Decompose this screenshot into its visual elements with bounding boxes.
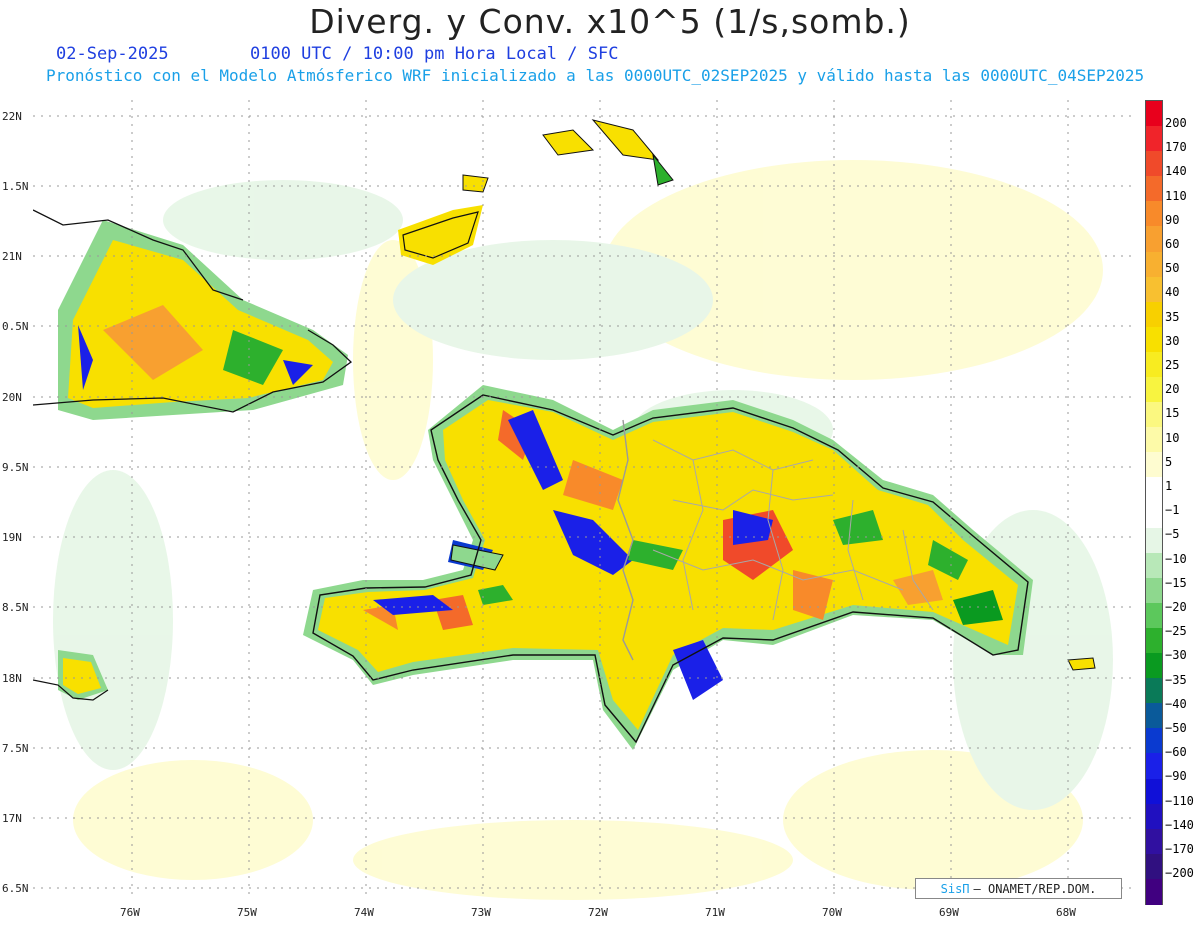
color-legend-label: 5 [1165,454,1173,469]
color-legend-label: 25 [1165,358,1180,372]
lon-label-70w: 70W [822,906,842,919]
color-legend-swatch [1146,151,1162,177]
color-legend-swatch [1146,427,1162,453]
lon-label-73w: 73W [471,906,491,919]
color-legend-label: −90 [1165,769,1187,784]
color-legend-label: 110 [1165,188,1187,203]
lat-label-18-5n: 8.5N [2,601,29,614]
lat-label-17n: 17N [2,812,22,825]
color-legend-label: −35 [1165,672,1187,687]
color-legend-swatch [1146,126,1162,152]
color-legend-label: 30 [1165,333,1180,348]
color-legend-swatch [1146,251,1162,278]
color-legend-swatch [1146,728,1162,754]
sisip-logo: SisΠ [940,881,970,896]
color-legend-swatch [1146,326,1162,353]
lat-label-18n: 18N [2,672,22,685]
forecast-description: Pronóstico con el Modelo Atmósferico WRF… [46,66,1145,85]
puerto-rico-tip [1067,657,1096,671]
lon-label-75w: 75W [237,906,257,919]
color-legend-swatch [1146,276,1162,303]
color-legend-swatch [1146,527,1162,554]
divergence-map [33,100,1135,900]
color-legend-label: −15 [1165,575,1187,590]
color-legend-label: −50 [1165,721,1187,735]
color-legend-label: 1 [1165,479,1173,493]
color-legend-swatch [1146,402,1162,428]
color-legend-swatch [1146,201,1162,227]
color-legend-label: −25 [1165,624,1187,639]
color-legend-label: −200 [1165,866,1194,881]
color-legend-label: −170 [1165,842,1194,856]
color-legend-swatch [1146,627,1162,654]
color-legend-swatch [1146,101,1162,127]
color-legend-label: 60 [1165,237,1180,251]
color-legend-label: −60 [1165,745,1187,760]
color-legend-swatch [1146,678,1162,704]
color-legend-label: −1 [1165,503,1180,518]
color-legend-swatch [1146,602,1162,629]
forecast-time: 0100 UTC / 10:00 pm Hora Local / SFC [250,44,619,64]
color-legend-label: −5 [1165,527,1180,542]
color-legend-swatch [1146,377,1162,403]
lat-label-19-5n: 9.5N [2,461,29,474]
color-legend [1145,100,1163,905]
color-legend-swatch [1146,878,1162,905]
map-title: Diverg. y Conv. x10^5 (1/s,somb.) [309,2,911,41]
color-legend-swatch [1146,803,1162,830]
color-legend-label: 90 [1165,212,1180,227]
color-legend-label: 170 [1165,140,1187,155]
color-legend-label: −30 [1165,648,1187,663]
credit-box: SisΠ – ONAMET/REP.DOM. [915,878,1122,899]
lat-label-21n: 21N [2,250,22,263]
lon-label-68w: 68W [1056,906,1076,919]
color-legend-label: −20 [1165,600,1187,614]
color-legend-swatch [1146,778,1162,805]
color-legend-swatch [1146,753,1162,780]
color-legend-label: −10 [1165,551,1187,566]
lat-label-20n: 20N [2,391,22,404]
color-legend-label: −140 [1165,817,1194,832]
color-legend-label: 40 [1165,285,1180,300]
lon-label-71w: 71W [705,906,725,919]
lat-label-20-5n: 0.5N [2,320,29,333]
lon-label-74w: 74W [354,906,374,919]
color-legend-swatch [1146,502,1162,529]
lat-label-22n: 22N [2,110,22,123]
color-legend-label: 35 [1165,309,1180,324]
lat-label-19n: 19N [2,531,22,544]
color-legend-swatch [1146,703,1162,729]
color-legend-label: 15 [1165,406,1180,421]
lat-label-21-5n: 1.5N [2,180,29,193]
color-legend-swatch [1146,301,1162,328]
color-legend-swatch [1146,653,1162,679]
color-legend-swatch [1146,452,1162,478]
lat-label-16-5n: 6.5N [2,882,29,895]
color-legend-label: 50 [1165,261,1180,276]
color-legend-swatch [1146,828,1162,855]
color-legend-label: 200 [1165,116,1187,130]
credit-text: – ONAMET/REP.DOM. [973,881,1097,896]
lon-label-76w: 76W [120,906,140,919]
color-legend-label: 10 [1165,430,1180,445]
color-legend-label: 20 [1165,382,1180,397]
color-legend-swatch [1146,477,1162,503]
color-legend-swatch [1146,176,1162,202]
color-legend-swatch [1146,351,1162,378]
lat-label-17-5n: 7.5N [2,742,29,755]
color-legend-swatch [1146,853,1162,880]
color-legend-swatch [1146,226,1162,253]
color-legend-swatch [1146,577,1162,604]
color-legend-label: 140 [1165,164,1187,179]
lon-label-69w: 69W [939,906,959,919]
color-legend-label: −40 [1165,696,1187,711]
color-legend-swatch [1146,552,1162,579]
forecast-date: 02-Sep-2025 [56,44,169,64]
color-legend-label: −110 [1165,793,1194,808]
lon-label-72w: 72W [588,906,608,919]
